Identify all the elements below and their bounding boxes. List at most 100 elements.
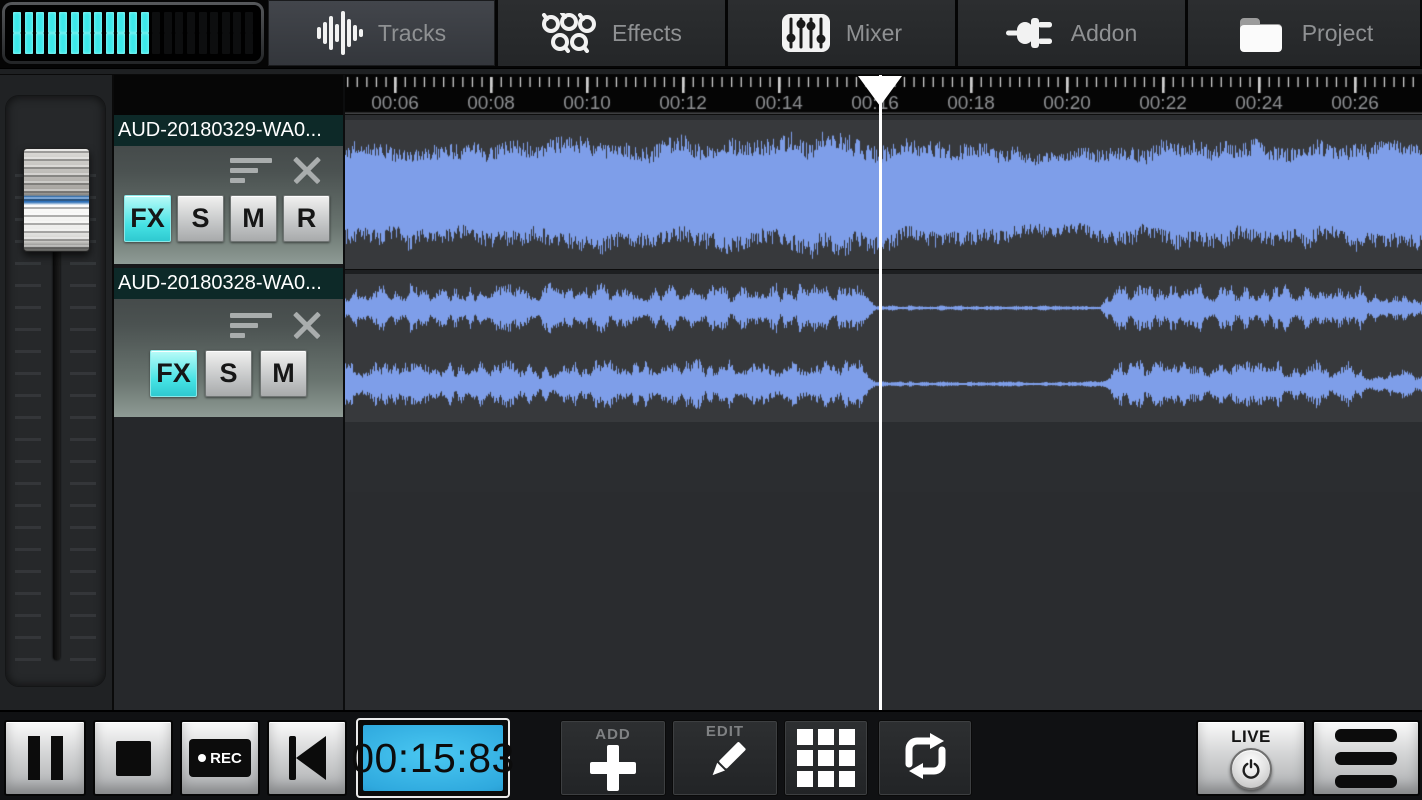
vu-meter — [2, 2, 264, 64]
empty-arrangement-space — [345, 492, 1422, 710]
pause-button[interactable] — [4, 720, 86, 796]
tab-mixer[interactable]: Mixer — [728, 0, 955, 66]
stop-icon — [116, 741, 151, 776]
track-header-2: AUD-20180328-WA0... FX S M — [114, 268, 343, 417]
arrangement-area — [345, 75, 1422, 710]
main-menu-button[interactable] — [1312, 720, 1420, 796]
tab-addon[interactable]: Addon — [958, 0, 1185, 66]
vu-segment-lit — [141, 33, 149, 54]
vu-segment-lit — [71, 33, 79, 54]
vu-segment-lit — [94, 33, 102, 54]
close-icon[interactable] — [292, 310, 322, 340]
vu-segment-unlit — [245, 33, 253, 54]
playhead-line[interactable] — [879, 75, 882, 710]
vu-segment-lit — [25, 33, 33, 54]
edit-label: EDIT — [706, 723, 744, 740]
vu-segment-unlit — [152, 33, 160, 54]
vu-segment-lit — [13, 12, 21, 33]
vu-segment-unlit — [210, 12, 218, 33]
track-2-title[interactable]: AUD-20180328-WA0... — [114, 268, 343, 299]
vu-segment-lit — [129, 33, 137, 54]
vu-meter-row — [13, 12, 253, 33]
loop-icon — [896, 728, 954, 789]
track-2-solo-button[interactable]: S — [205, 350, 252, 397]
live-button[interactable]: LIVE — [1196, 720, 1306, 796]
record-button[interactable]: REC — [180, 720, 260, 796]
knobs-icon — [541, 13, 597, 53]
transport-bar: REC 00:15:83 ADD EDIT — [0, 710, 1422, 800]
vu-segment-unlit — [187, 33, 195, 54]
vu-segment-lit — [59, 33, 67, 54]
vu-segment-unlit — [175, 33, 183, 54]
track-options-icon[interactable] — [230, 158, 274, 188]
vu-segment-unlit — [199, 33, 207, 54]
record-dot-icon — [198, 754, 206, 762]
track-2-waveform — [345, 274, 1422, 422]
vu-segment-lit — [25, 12, 33, 33]
master-fader-panel — [0, 75, 112, 710]
vu-segment-unlit — [245, 12, 253, 33]
grid-icon — [797, 729, 855, 787]
vu-meter-screen — [5, 5, 261, 61]
add-track-button[interactable]: ADD — [560, 720, 666, 796]
grid-snap-button[interactable] — [784, 720, 868, 796]
vu-segment-lit — [48, 33, 56, 54]
close-icon[interactable] — [292, 155, 322, 185]
vu-segment-lit — [117, 33, 125, 54]
track-1-waveform — [345, 120, 1422, 269]
track-2-mute-button[interactable]: M — [260, 350, 307, 397]
stop-button[interactable] — [93, 720, 173, 796]
tab-tracks[interactable]: Tracks — [268, 0, 495, 66]
track-1-fx-button[interactable]: FX — [124, 195, 171, 242]
add-label: ADD — [595, 726, 631, 743]
plus-icon — [590, 745, 636, 791]
vu-segment-lit — [129, 12, 137, 33]
vu-segment-unlit — [233, 12, 241, 33]
tab-effects[interactable]: Effects — [498, 0, 725, 66]
track-1-clip[interactable] — [345, 120, 1422, 269]
vu-segment-lit — [36, 12, 44, 33]
track-2-fx-button[interactable]: FX — [150, 350, 197, 397]
playhead-marker[interactable] — [858, 76, 902, 106]
tab-project[interactable]: Project — [1188, 0, 1420, 66]
track-1-record-arm-button[interactable]: R — [283, 195, 330, 242]
audio-editor-app: Tracks Effects — [0, 0, 1422, 800]
vu-segment-unlit — [164, 12, 172, 33]
vu-segment-unlit — [187, 12, 195, 33]
tab-effects-label: Effects — [612, 20, 682, 47]
tab-project-label: Project — [1302, 20, 1374, 47]
vu-segment-lit — [83, 33, 91, 54]
loop-button[interactable] — [878, 720, 972, 796]
vu-segment-unlit — [175, 12, 183, 33]
fader-knob[interactable] — [23, 148, 90, 252]
tab-mixer-label: Mixer — [846, 20, 902, 47]
vu-segment-lit — [94, 12, 102, 33]
vu-segment-lit — [59, 12, 67, 33]
track-2-clip[interactable] — [345, 274, 1422, 422]
vu-segment-unlit — [233, 33, 241, 54]
vu-segment-lit — [106, 12, 114, 33]
vu-segment-lit — [13, 33, 21, 54]
skip-to-start-button[interactable] — [267, 720, 347, 796]
pause-icon — [28, 736, 63, 780]
pencil-icon — [701, 742, 749, 793]
skip-to-start-icon — [289, 736, 326, 780]
folder-icon — [1235, 12, 1287, 54]
record-icon: REC — [189, 739, 251, 777]
ruler-corner — [114, 75, 343, 115]
vu-segment-lit — [141, 12, 149, 33]
top-tab-bar: Tracks Effects — [0, 0, 1422, 68]
track-header-1: AUD-20180329-WA0... FX S M R — [114, 115, 343, 264]
record-label: REC — [210, 750, 242, 767]
track-options-icon[interactable] — [230, 313, 274, 343]
edit-button[interactable]: EDIT — [672, 720, 778, 796]
track-1-title[interactable]: AUD-20180329-WA0... — [114, 115, 343, 146]
vu-segment-lit — [106, 33, 114, 54]
toolbar-divider — [0, 68, 1422, 75]
tab-tracks-label: Tracks — [378, 20, 446, 47]
vu-segment-lit — [117, 12, 125, 33]
track-1-solo-button[interactable]: S — [177, 195, 224, 242]
track-1-mute-button[interactable]: M — [230, 195, 277, 242]
vu-segment-lit — [48, 12, 56, 33]
vu-segment-lit — [36, 33, 44, 54]
